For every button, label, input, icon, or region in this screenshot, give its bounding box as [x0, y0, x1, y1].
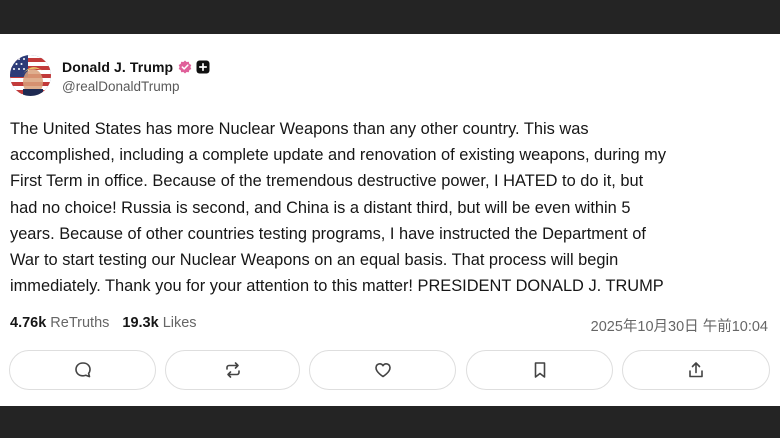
top-letterbox	[0, 0, 780, 34]
post-header: Donald J. Trump @realDonaldTrump	[10, 54, 410, 98]
post-body-line: War to start testing our Nuclear Weapons…	[10, 250, 619, 269]
name-row: Donald J. Trump	[62, 58, 210, 76]
like-button[interactable]	[309, 350, 456, 390]
retruths-count: 4.76k	[10, 315, 47, 331]
verified-badge-icon	[178, 60, 192, 74]
avatar[interactable]	[10, 55, 51, 96]
share-button[interactable]	[622, 350, 770, 390]
share-icon	[686, 360, 706, 380]
bottom-letterbox	[0, 406, 780, 438]
likes-label: Likes	[162, 315, 197, 331]
post-body-line: The United States has more Nuclear Weapo…	[10, 120, 589, 138]
plus-badge-icon	[196, 60, 210, 74]
retruth-icon	[223, 360, 243, 380]
likes-count: 19.3k	[122, 315, 159, 331]
post-body-line: had no choice! Russia is second, and Chi…	[10, 198, 631, 217]
likes-stat[interactable]: 19.3k Likes	[122, 315, 196, 331]
reply-icon	[73, 360, 93, 380]
user-handle[interactable]: @realDonaldTrump	[62, 79, 180, 94]
retruths-stat[interactable]: 4.76k ReTruths	[10, 315, 109, 331]
post-body-line: accomplished, including a complete updat…	[10, 146, 667, 165]
heart-icon	[373, 360, 393, 380]
post-body-line: immediately. Thank you for your attentio…	[10, 277, 664, 296]
post-body-line: years. Because of other countries testin…	[10, 224, 646, 243]
reply-button[interactable]	[9, 350, 156, 390]
post-body-line: First Term in office. Because of the tre…	[10, 172, 644, 191]
action-bar	[0, 348, 780, 392]
engagement-stats: 4.76k ReTruths 19.3k Likes	[10, 315, 197, 331]
display-name[interactable]: Donald J. Trump	[62, 59, 173, 75]
retruths-label: ReTruths	[50, 315, 110, 331]
truth-post-card: Donald J. Trump @realDonaldTrump The Uni…	[0, 34, 780, 406]
avatar-flag-portrait-icon	[10, 55, 51, 96]
post-body: The United States has more Nuclear Weapo…	[10, 116, 775, 299]
bookmark-button[interactable]	[466, 350, 613, 390]
post-timestamp[interactable]: 2025年10月30日 午前10:04	[591, 315, 768, 336]
retruth-button[interactable]	[165, 350, 300, 390]
bookmark-icon	[530, 360, 550, 380]
